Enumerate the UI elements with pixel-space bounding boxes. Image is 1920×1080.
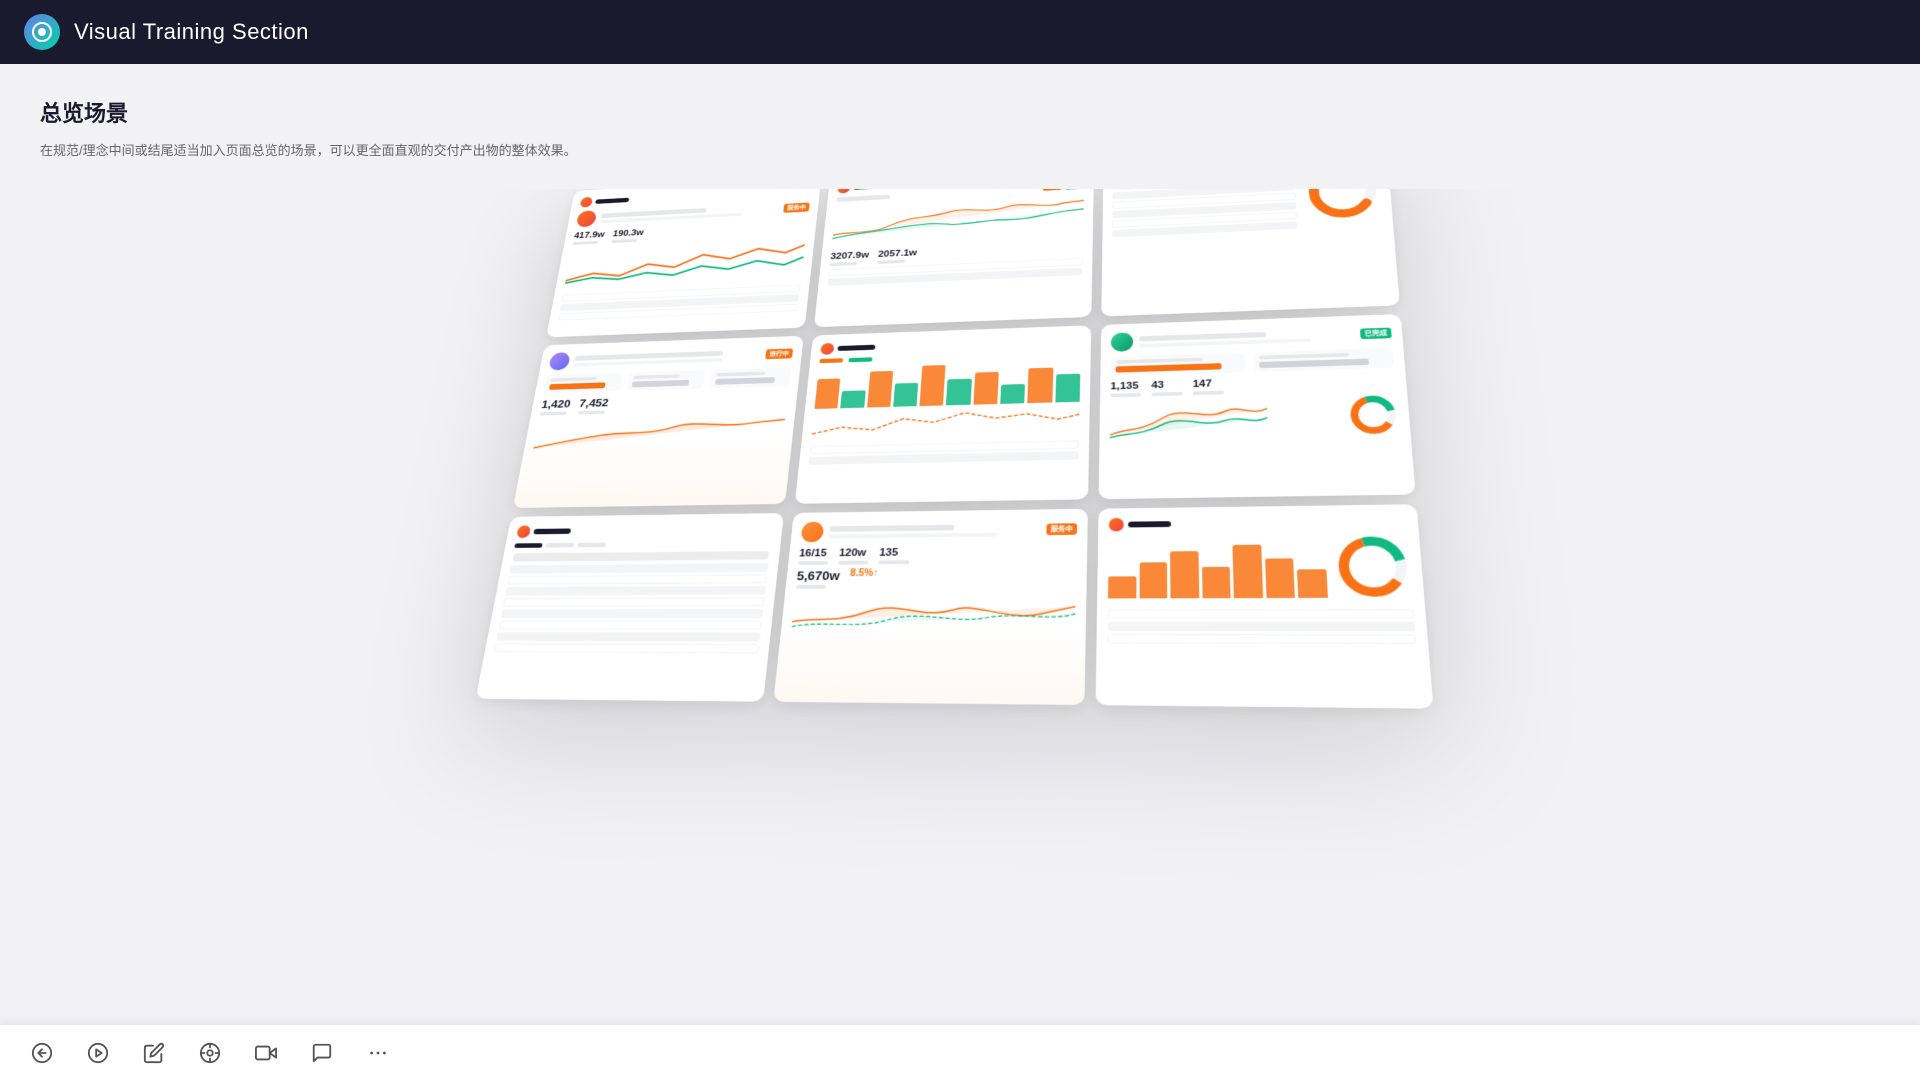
dashboard-card-7 [476,513,784,702]
more-button[interactable] [360,1035,396,1071]
main-content: 总览场景 在规范/理念中间或结尾适当加入页面总览的场景，可以更全面直观的交付产出… [0,64,1920,1080]
comment-button[interactable] [304,1035,340,1071]
badge-active: 进行中 [765,348,793,359]
status-badge: 服务中 [783,203,810,213]
dashboard-card-5 [795,325,1091,503]
badge-green: 已完成 [1360,328,1392,340]
dashboard-card-4: 进行中 [513,336,804,508]
dashboard-card-1: 服务中 417.9w 190.3w [546,189,821,337]
dashboard-card-2: 3207.9w 2057.1w [814,189,1094,327]
app-header: Visual Training Section [0,0,1920,64]
edit-button[interactable] [136,1035,172,1071]
target-button[interactable] [192,1035,228,1071]
dashboard-card-6: 已完成 1,135 43 147 [1099,314,1416,499]
app-title: Visual Training Section [74,19,309,45]
play-button[interactable] [80,1035,116,1071]
dashboard-card-3 [1101,189,1400,317]
prev-button[interactable] [24,1035,60,1071]
dashboard-preview: 服务中 417.9w 190.3w [40,189,1880,1080]
dashboard-card-8: 服务中 16/15 120w 135 5,670w 8.5%↑ [773,509,1088,705]
video-button[interactable] [248,1035,284,1071]
page-title: 总览场景 [40,96,1880,128]
mosaic-grid: 服务中 417.9w 190.3w [476,189,1434,709]
badge-2: 服务中 [1046,523,1077,535]
bottom-toolbar [0,1024,1920,1080]
app-logo [24,14,60,50]
page-description: 在规范/理念中间或结尾适当加入页面总览的场景，可以更全面直观的交付产出物的整体效… [40,140,1880,159]
dashboard-card-9 [1096,504,1434,708]
